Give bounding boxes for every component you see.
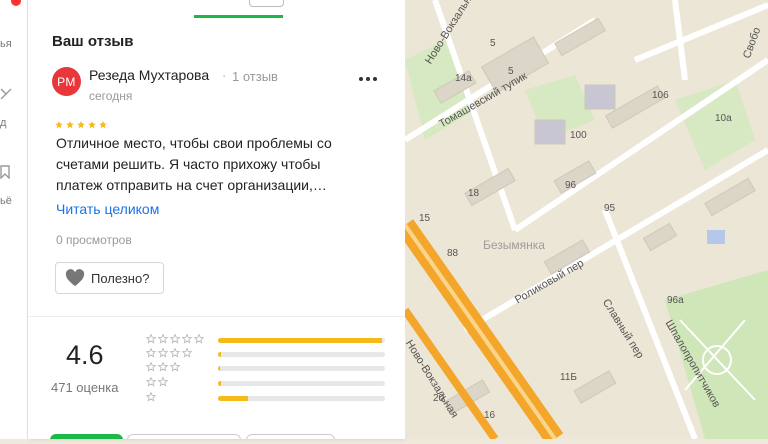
distribution-bar [218,396,385,401]
star-outline-icon [193,334,205,344]
tab-stub[interactable] [249,0,284,7]
distribution-bar-fill [218,338,382,343]
section-title: Ваш отзыв [52,33,134,50]
distribution-bar-fill [218,396,249,401]
read-more-link[interactable]: Читать целиком [56,201,159,217]
bookmark-icon[interactable] [0,165,10,179]
house-number: 100 [570,130,587,141]
distribution-bar-fill [218,352,222,357]
useful-button[interactable]: Полезно? [55,262,164,294]
useful-label: Полезно? [91,270,150,286]
rating-count: 471 оценка [51,380,119,395]
review-text-line: счетами решить. Я часто прихожу чтобы [56,156,321,172]
review-text-line: Отличное место, чтобы свои проблемы со [56,135,332,151]
distribution-stars [146,348,193,358]
star-outline-icon [157,348,169,358]
rail-item-label-2[interactable]: д [0,117,6,129]
star-outline-icon [157,334,169,344]
secondary-button[interactable] [246,434,335,439]
house-number: 14а [455,73,472,84]
distribution-bar [218,366,385,371]
views-count: 0 просмотров [56,233,132,247]
left-rail: ья д ьё [0,0,28,439]
house-number: 88 [447,248,459,259]
route-button[interactable] [50,434,123,439]
house-number: 18 [468,188,480,199]
review-text-line: платеж отправить на счет организации,… [56,177,327,193]
house-number: 10а [715,113,732,124]
house-number: 11Б [560,372,577,383]
map-canvas[interactable] [396,0,768,444]
rating-score: 4.6 [66,340,104,370]
active-tab-indicator [194,15,283,18]
more-options-button[interactable] [358,72,378,86]
distribution-bar-fill [218,381,222,386]
house-number: 15 [419,213,431,224]
divider [28,316,405,317]
star-outline-icon [146,392,157,402]
house-number: 20 [433,393,445,404]
district-bezymyanka: Безымянка [483,238,545,252]
author-review-count: 1 отзыв [232,69,278,84]
house-number: 5 [508,66,514,77]
house-number: 95 [604,203,616,214]
house-number: 106 [652,90,669,101]
star-outline-icon [157,362,169,372]
star-icon [66,121,74,129]
house-number: 16 [484,410,496,421]
rail-item-label-3[interactable]: ьё [0,195,12,207]
author-name[interactable]: Резеда Мухтарова [89,67,209,83]
separator: · [222,68,227,83]
review-rating-stars [55,121,107,129]
distribution-stars [146,334,205,344]
distribution-bar [218,338,385,343]
secondary-button[interactable] [127,434,241,439]
tab-bar [28,0,405,18]
star-icon [77,121,85,129]
star-outline-icon [157,377,169,387]
review-date: сегодня [89,89,133,103]
avatar[interactable]: РМ [52,67,81,96]
rail-item-label-1[interactable]: ья [0,38,12,50]
heart-icon [65,269,85,287]
star-outline-icon [169,334,181,344]
house-number: 96 [565,180,577,191]
star-icon [88,121,96,129]
star-outline-icon [169,362,181,372]
star-outline-icon [169,348,181,358]
star-icon [99,121,107,129]
star-icon [55,121,63,129]
dot-icon [359,77,363,81]
map[interactable]: Ново-Вокзальный тупикТомашевский тупикБе… [396,0,768,444]
dot-icon [373,77,377,81]
notification-dot [11,0,21,6]
dot-icon [366,77,370,81]
star-outline-icon [146,377,157,387]
distribution-bar [218,352,385,357]
house-number: 96а [667,295,684,306]
distribution-bar-fill [218,366,220,371]
distribution-stars [146,392,157,402]
distribution-stars [146,362,181,372]
star-outline-icon [146,348,157,358]
route-icon[interactable] [0,88,12,102]
house-number: 5 [490,38,496,49]
star-outline-icon [181,348,193,358]
review-text: Отличное место, чтобы свои проблемы со с… [56,133,356,196]
star-outline-icon [146,362,157,372]
distribution-bar [218,381,385,386]
star-outline-icon [181,334,193,344]
star-outline-icon [146,334,157,344]
distribution-stars [146,377,169,387]
place-panel: Ваш отзыв РМ Резеда Мухтарова · 1 отзыв … [28,0,405,439]
